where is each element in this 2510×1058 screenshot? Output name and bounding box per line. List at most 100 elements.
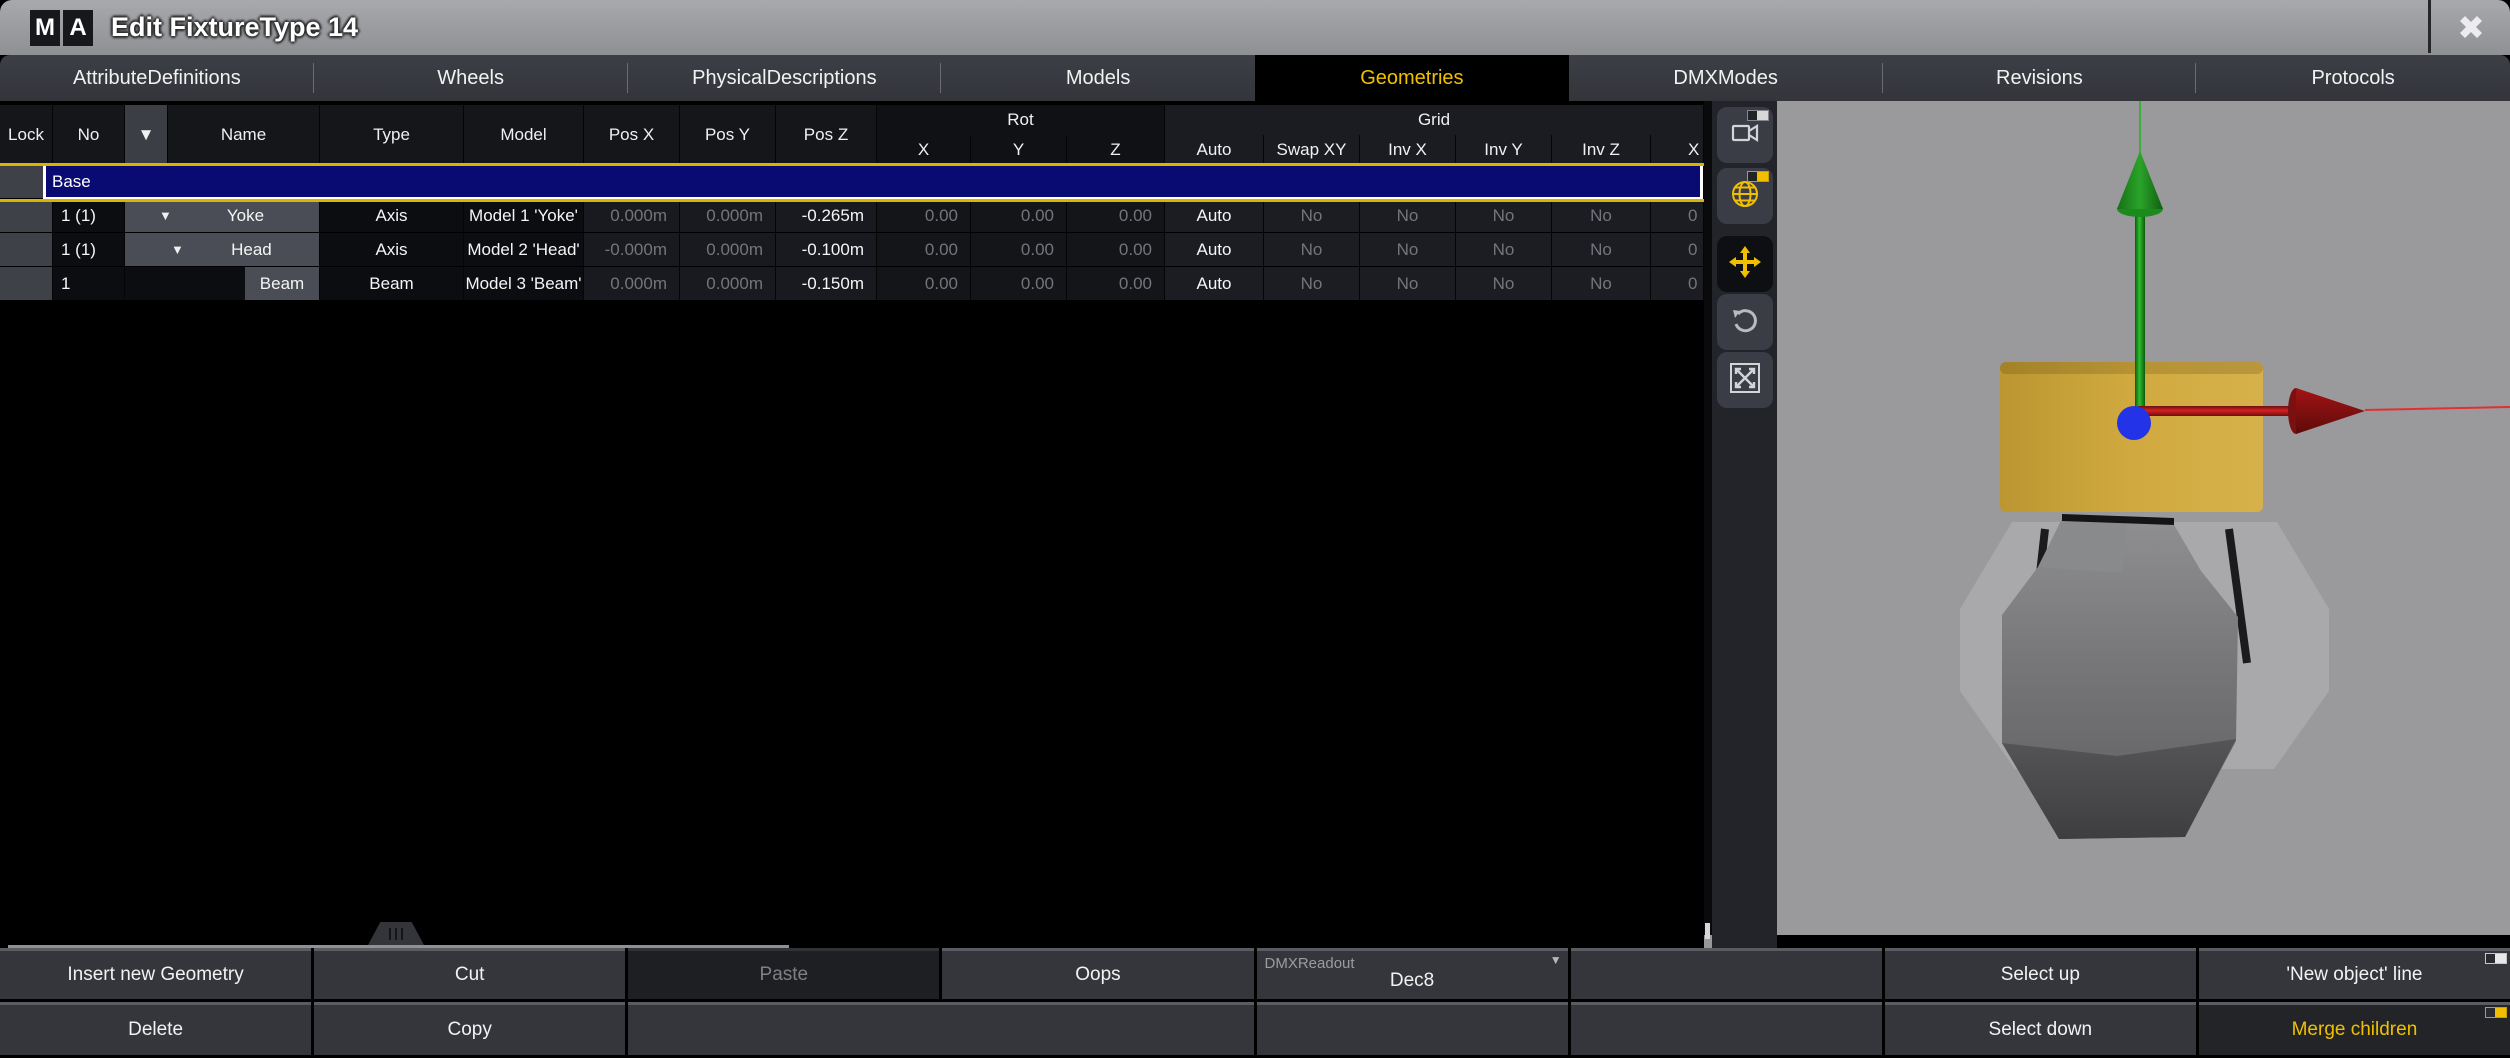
globe-button[interactable] (1717, 168, 1773, 224)
cell-type[interactable]: Axis (320, 199, 464, 232)
3d-viewport[interactable] (1777, 101, 2510, 935)
cell-model[interactable]: Model 2 'Head' (464, 233, 584, 266)
cell-pos-z[interactable]: -0.150m (776, 267, 877, 300)
y-axis-shaft (2135, 207, 2145, 413)
cell-lock[interactable] (0, 199, 53, 232)
cell-rot-x[interactable]: 0.00 (877, 199, 971, 232)
rotate-icon (1729, 304, 1761, 341)
viewport-toolbar (1712, 101, 1777, 948)
cell-model[interactable]: Model 3 'Beam' (464, 267, 584, 300)
oops-button[interactable]: Oops (942, 948, 1253, 999)
cell-rot-x[interactable]: 0.00 (877, 267, 971, 300)
dmx-readout-selector[interactable]: DMXReadout ▼ Dec8 (1257, 948, 1568, 999)
cell-auto[interactable]: Auto (1165, 199, 1264, 232)
col-group-rot: Rot (877, 105, 1165, 135)
cut-button[interactable]: Cut (314, 948, 625, 999)
cell-inv-z[interactable]: No (1552, 199, 1651, 232)
cell-no[interactable]: 1 (1) (53, 233, 125, 266)
cell-pos-x[interactable]: 0.000m (584, 267, 680, 300)
cell-no[interactable]: 1 (53, 267, 125, 300)
col-header-type: Type (320, 105, 464, 165)
cell-model[interactable]: Model 1 'Yoke' (464, 199, 584, 232)
cell-name[interactable]: ▼ Head (125, 233, 320, 266)
table-row[interactable]: 1 Beam Beam Model 3 'Beam' 0.000m 0.000m… (0, 267, 1704, 301)
expand-caret-icon[interactable]: ▼ (171, 242, 184, 257)
cell-pos-y[interactable]: 0.000m (680, 233, 776, 266)
cell-inv-x[interactable]: No (1360, 267, 1456, 300)
cell-pos-z[interactable]: -0.265m (776, 199, 877, 232)
cell-next-clipped[interactable]: 0 (1651, 233, 1704, 266)
cell-rot-z[interactable]: 0.00 (1067, 233, 1165, 266)
camera-button[interactable] (1717, 107, 1773, 163)
camera-toggle-indicator (1747, 110, 1769, 121)
rotate-button[interactable] (1717, 294, 1773, 350)
cell-lock[interactable] (0, 233, 53, 266)
cell-type[interactable]: Axis (320, 233, 464, 266)
cell-type[interactable]: Beam (320, 267, 464, 300)
column-filter-caret-icon[interactable]: ▼ (125, 105, 168, 165)
paste-button[interactable]: Paste (628, 948, 939, 999)
cell-inv-z[interactable]: No (1552, 233, 1651, 266)
tab-models[interactable]: Models (941, 55, 1255, 101)
merge-children-toggle[interactable]: Merge children (2199, 1002, 2510, 1055)
select-up-button[interactable]: Select up (1885, 948, 2196, 999)
cell-rot-y[interactable]: 0.00 (971, 267, 1067, 300)
select-down-button[interactable]: Select down (1885, 1002, 2196, 1055)
tab-physicaldescriptions[interactable]: PhysicalDescriptions (628, 55, 942, 101)
cell-lock[interactable] (0, 267, 53, 300)
cell-name[interactable]: Beam (125, 267, 320, 300)
cell-inv-x[interactable]: No (1360, 233, 1456, 266)
cell-pos-y[interactable]: 0.000m (680, 267, 776, 300)
close-button[interactable] (2428, 0, 2510, 53)
cell-inv-y[interactable]: No (1456, 267, 1552, 300)
cell-swap-xy[interactable]: No (1264, 267, 1360, 300)
table-row[interactable]: 1 (1) ▼ Head Axis Model 2 'Head' -0.000m… (0, 233, 1704, 267)
tab-attributedefinitions[interactable]: AttributeDefinitions (0, 55, 314, 101)
tab-wheels[interactable]: Wheels (314, 55, 628, 101)
col-header-pos-z: Pos Z (776, 105, 877, 165)
cell-rot-y[interactable]: 0.00 (971, 199, 1067, 232)
cell-next-clipped[interactable]: 0 (1651, 267, 1704, 300)
cell-inv-z[interactable]: No (1552, 267, 1651, 300)
splitter-handle[interactable] (368, 922, 424, 945)
col-header-rot-z: Z (1067, 135, 1165, 165)
copy-button[interactable]: Copy (314, 1002, 625, 1055)
table-vertical-scrollbar[interactable] (1704, 101, 1712, 948)
cell-inv-x[interactable]: No (1360, 199, 1456, 232)
cell-inv-y[interactable]: No (1456, 199, 1552, 232)
cell-auto[interactable]: Auto (1165, 233, 1264, 266)
cell-pos-x[interactable]: 0.000m (584, 199, 680, 232)
cell-rot-y[interactable]: 0.00 (971, 233, 1067, 266)
cell-pos-x[interactable]: -0.000m (584, 233, 680, 266)
cell-rot-x[interactable]: 0.00 (877, 233, 971, 266)
table-row[interactable]: 1 (1) ▼ Base Geometry Model 4 'Base' 0.0… (0, 165, 1704, 199)
move-button[interactable] (1717, 236, 1773, 292)
insert-new-geometry-button[interactable]: Insert new Geometry (0, 948, 311, 999)
cell-no[interactable]: 1 (1) (53, 199, 125, 232)
cell-name[interactable]: Base (168, 165, 320, 198)
expand-caret-icon[interactable]: ▼ (159, 208, 172, 223)
tab-revisions[interactable]: Revisions (1883, 55, 2197, 101)
fit-view-button[interactable] (1717, 352, 1773, 408)
cell-pos-z[interactable]: -0.100m (776, 233, 877, 266)
col-header-no: No (53, 105, 125, 165)
col-header-model: Model (464, 105, 584, 165)
tab-protocols[interactable]: Protocols (2196, 55, 2510, 101)
delete-button[interactable]: Delete (0, 1002, 311, 1055)
table-row[interactable]: 1 (1) ▼ Yoke Axis Model 1 'Yoke' 0.000m … (0, 199, 1704, 233)
cell-auto[interactable]: Auto (1165, 267, 1264, 300)
tab-dmxmodes[interactable]: DMXModes (1569, 55, 1883, 101)
tab-geometries[interactable]: Geometries (1255, 55, 1569, 101)
cell-inv-y[interactable]: No (1456, 233, 1552, 266)
new-object-line-toggle[interactable]: 'New object' line (2199, 948, 2510, 999)
cell-rot-z[interactable]: 0.00 (1067, 267, 1165, 300)
tab-bar: AttributeDefinitions Wheels PhysicalDesc… (0, 55, 2510, 101)
fit-view-icon (1728, 361, 1762, 400)
cell-rot-z[interactable]: 0.00 (1067, 199, 1165, 232)
name-edit-field[interactable]: Base (168, 165, 320, 198)
cell-pos-y[interactable]: 0.000m (680, 199, 776, 232)
cell-next-clipped[interactable]: 0 (1651, 199, 1704, 232)
cell-name[interactable]: ▼ Yoke (125, 199, 320, 232)
cell-swap-xy[interactable]: No (1264, 199, 1360, 232)
cell-swap-xy[interactable]: No (1264, 233, 1360, 266)
